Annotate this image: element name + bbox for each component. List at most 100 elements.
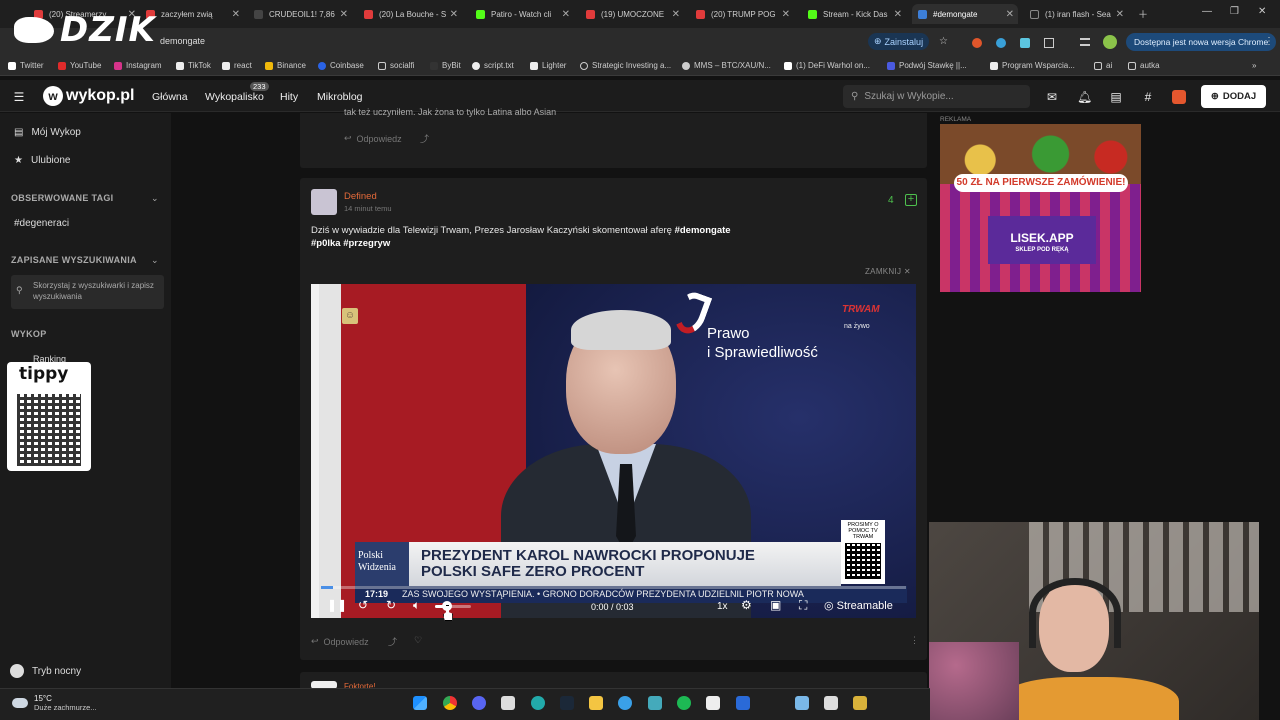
browser-tab[interactable]: (20) TRUMP POG ✕ [690, 4, 794, 24]
wykop-logo[interactable]: w wykop.pl [43, 86, 134, 106]
more-bookmarks-icon[interactable]: » [1252, 61, 1256, 70]
sidebar-tag-degeneraci[interactable]: #degeneraci [14, 218, 69, 229]
volume-icon[interactable]: 🔈︎ [413, 598, 420, 613]
bookmark-item[interactable]: Strategic Investing a... [580, 61, 671, 70]
menu-dots-icon[interactable]: ⋮ [1264, 36, 1274, 47]
close-icon[interactable]: ✕ [340, 9, 348, 20]
sidebar-item-my-wykop[interactable]: ▤ Mój Wykop [14, 127, 81, 138]
reply-button[interactable]: ↩ Odpowiedz [311, 636, 369, 647]
profile-avatar[interactable] [1103, 35, 1117, 49]
url-field[interactable]: demongate [160, 36, 205, 46]
chrome-icon[interactable] [443, 696, 457, 710]
close-icon[interactable]: ✕ [894, 9, 902, 20]
bookmark-star-icon[interactable]: ☆ [939, 36, 948, 47]
favorite-icon[interactable]: ♡ [414, 635, 422, 646]
windows-start-icon[interactable] [413, 696, 427, 710]
new-tab-icon[interactable]: ＋ [1138, 6, 1148, 21]
forward-icon[interactable]: ↻ [386, 598, 396, 612]
messages-icon[interactable]: ▤ [1109, 90, 1123, 104]
chevron-down-icon[interactable]: ⌄ [151, 193, 159, 204]
mail-icon[interactable]: ✉ [1045, 90, 1059, 104]
nav-mikroblog[interactable]: Mikroblog [317, 91, 363, 103]
extension-icon[interactable] [996, 38, 1006, 48]
browser-tab-active[interactable]: #demongate ✕ [912, 4, 1018, 24]
discord-icon[interactable] [472, 696, 486, 710]
close-window-icon[interactable]: ✕ [1258, 6, 1266, 17]
pause-icon[interactable]: ❚❚ [327, 598, 347, 612]
install-app-button[interactable]: ⊕ Zainstaluj [868, 33, 930, 50]
playback-speed[interactable]: 1x [717, 601, 728, 612]
bookmark-item[interactable]: TikTok [176, 61, 211, 70]
app-icon[interactable] [853, 696, 867, 710]
app-icon[interactable] [501, 696, 515, 710]
app-icon[interactable] [618, 696, 632, 710]
more-options-icon[interactable]: ⋮ [910, 635, 919, 646]
reply-button[interactable]: ↩ Odpowiedz [344, 133, 402, 144]
author-avatar[interactable] [311, 189, 337, 215]
chrome-update-button[interactable]: Dostępna jest nowa wersja Chrome [1126, 33, 1277, 51]
video-player[interactable]: Prawo i Sprawiedliwość TRWAM na żywo ☺ Po… [311, 284, 916, 618]
settings-gear-icon[interactable]: ⚙ [741, 598, 752, 612]
close-icon[interactable]: ✕ [232, 9, 240, 20]
browser-tab[interactable]: (1) iran flash - Sea ✕ [1024, 4, 1128, 24]
nav-glowna[interactable]: Główna [152, 91, 188, 103]
close-icon[interactable]: ✕ [1116, 9, 1124, 20]
bookmark-item[interactable]: Coinbase [318, 61, 364, 70]
nav-wykopalisko[interactable]: Wykopalisko [205, 91, 264, 103]
notifications-bell-icon[interactable]: 🔔︎ [1077, 90, 1092, 104]
advertisement[interactable]: 50 ZŁ NA PIERWSZE ZAMÓWIENIE! LISEK.APP S… [940, 124, 1141, 292]
close-icon[interactable]: ✕ [782, 9, 790, 20]
browser-tab[interactable]: Patiro - Watch cli ✕ [470, 4, 574, 24]
steam-icon[interactable] [560, 696, 574, 710]
close-icon[interactable]: ✕ [672, 9, 680, 20]
chevron-down-icon[interactable]: ⌄ [151, 255, 159, 266]
bookmark-item[interactable]: Lighter [530, 61, 566, 70]
bookmark-folder[interactable]: autka [1128, 61, 1160, 70]
bookmark-item[interactable]: Podwój Stawkę ||... [887, 61, 967, 70]
app-icon[interactable] [648, 696, 662, 710]
close-icon[interactable]: ✕ [562, 9, 570, 20]
bookmark-item[interactable]: ByBit [430, 61, 461, 70]
saved-searches-header[interactable]: ZAPISANE WYSZUKIWANIA [11, 255, 137, 265]
extension-icon[interactable] [1020, 38, 1030, 48]
night-mode-toggle[interactable]: Tryb nocny [10, 664, 81, 678]
upvote-plus-icon[interactable]: + [905, 194, 917, 206]
search-input[interactable]: ⚲ Szukaj w Wykopie... [843, 85, 1030, 108]
browser-tab[interactable]: (20) La Bouche - S ✕ [358, 4, 462, 24]
tag-link[interactable]: #przegryw [343, 238, 390, 249]
app-icon[interactable] [531, 696, 545, 710]
close-icon[interactable]: ✕ [450, 9, 458, 20]
video-progress-bar[interactable] [321, 586, 906, 589]
share-icon[interactable]: ⤴ [388, 635, 397, 648]
browser-tab[interactable]: CRUDEOIL1! 7,86 ✕ [248, 4, 352, 24]
bookmark-item[interactable]: YouTube [58, 61, 101, 70]
hashtag-icon[interactable]: # [1141, 90, 1155, 104]
bookmark-folder[interactable]: socialfi [378, 61, 414, 70]
tag-link[interactable]: #p0lka [311, 238, 341, 249]
rewind-icon[interactable]: ↺ [358, 598, 368, 612]
weather-widget[interactable]: 15°C Duże zachmurze... [12, 694, 97, 712]
add-button[interactable]: ⊕ DODAJ [1201, 85, 1266, 108]
browser-tab[interactable]: (19) UMOCZONE ✕ [580, 4, 684, 24]
nav-hity[interactable]: Hity [280, 91, 298, 103]
spotify-icon[interactable] [677, 696, 691, 710]
bookmark-item[interactable]: Instagram [114, 61, 162, 70]
file-explorer-icon[interactable] [589, 696, 603, 710]
bookmark-folder[interactable]: ai [1094, 61, 1112, 70]
close-icon[interactable]: ✕ [1006, 9, 1014, 20]
bookmark-item[interactable]: Program Wsparcia... [990, 61, 1075, 70]
share-icon[interactable]: ⤴ [420, 132, 429, 145]
fullscreen-icon[interactable]: ⛶ [799, 598, 807, 613]
bookmark-item[interactable]: MMS – BTC/XAU/N... [682, 61, 771, 70]
photos-icon[interactable] [795, 696, 809, 710]
notepad-icon[interactable] [824, 696, 838, 710]
streamable-link[interactable]: ◎ Streamable [824, 599, 893, 613]
extensions-puzzle-icon[interactable] [1044, 38, 1054, 48]
close-embed-button[interactable]: ZAMKNIJ ✕ [865, 267, 911, 276]
observed-tags-header[interactable]: OBSERWOWANE TAGI [11, 193, 113, 203]
bookmark-item[interactable]: script.txt [472, 61, 514, 70]
picture-in-picture-icon[interactable]: ▣ [770, 598, 781, 612]
sidebar-item-favorites[interactable]: ★ Ulubione [14, 155, 70, 166]
tag-link[interactable]: #demongate [675, 225, 731, 236]
app-icon[interactable] [706, 696, 720, 710]
